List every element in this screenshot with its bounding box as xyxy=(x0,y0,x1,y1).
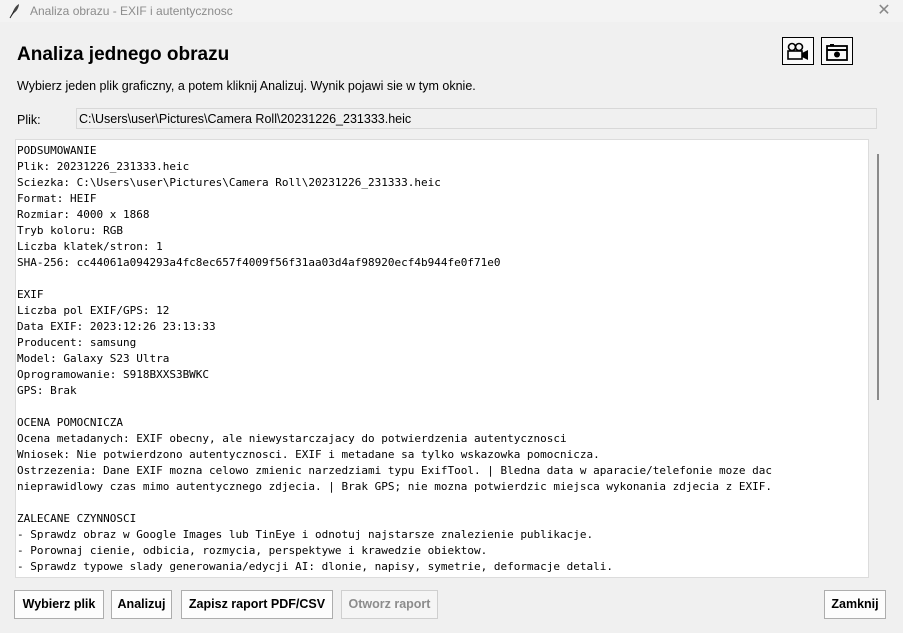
camera-button[interactable] xyxy=(821,37,853,65)
scrollbar-thumb[interactable] xyxy=(877,154,879,400)
report-textbox[interactable]: PODSUMOWANIE Plik: 20231226_231333.heic … xyxy=(15,139,869,578)
choose-file-button[interactable]: Wybierz plik xyxy=(14,590,104,619)
window-title: Analiza obrazu - EXIF i autentycznosc xyxy=(30,4,233,18)
file-path-field[interactable]: C:\Users\user\Pictures\Camera Roll\20231… xyxy=(76,108,877,129)
page-title: Analiza jednego obrazu xyxy=(17,44,230,65)
camcorder-button[interactable] xyxy=(782,37,814,65)
instructions-text: Wybierz jeden plik graficzny, a potem kl… xyxy=(17,79,476,93)
file-label: Plik: xyxy=(17,113,41,127)
camcorder-icon xyxy=(787,42,808,60)
save-report-button[interactable]: Zapisz raport PDF/CSV xyxy=(181,590,333,619)
report-scrollbar[interactable] xyxy=(871,139,885,578)
analyze-button[interactable]: Analizuj xyxy=(111,590,172,619)
feather-icon xyxy=(7,3,21,19)
camera-icon xyxy=(826,44,848,61)
open-report-button[interactable]: Otworz raport xyxy=(341,590,438,619)
report-text: PODSUMOWANIE Plik: 20231226_231333.heic … xyxy=(17,144,772,573)
close-button[interactable]: Zamknij xyxy=(824,590,886,619)
close-icon[interactable]: ✕ xyxy=(873,0,895,22)
title-bar: Analiza obrazu - EXIF i autentycznosc ✕ xyxy=(0,0,903,22)
